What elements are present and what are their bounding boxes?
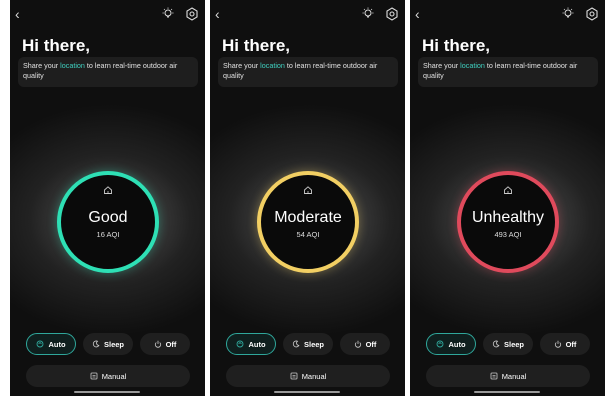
greeting-title: Hi there, [222, 36, 291, 55]
manual-label: Manual [101, 371, 127, 381]
air-quality-status: Moderate [274, 209, 342, 226]
chevron-left-icon[interactable]: ‹ [215, 7, 220, 21]
chevron-left-icon[interactable]: ‹ [15, 7, 20, 21]
mode-sleep-label: Sleep [303, 339, 324, 349]
mode-auto-label: Auto [448, 339, 466, 349]
aqi-value: 54 AQI [296, 230, 320, 239]
moon-icon [492, 340, 500, 348]
manual-icon [90, 372, 98, 380]
mode-auto-label: Auto [48, 339, 66, 349]
moon-icon [92, 340, 100, 348]
location-link[interactable]: location [260, 61, 285, 70]
location-link[interactable]: location [60, 61, 85, 70]
lightbulb-icon[interactable] [561, 7, 575, 21]
mode-auto-button[interactable]: Auto [226, 333, 276, 355]
auto-fan-icon [37, 340, 44, 348]
mode-sleep-label: Sleep [103, 339, 124, 349]
power-icon [554, 340, 561, 348]
air-quality-status: Unhealthy [471, 209, 545, 226]
greeting-title: Hi there, [422, 36, 491, 55]
mode-sleep-button[interactable]: Sleep [83, 333, 133, 355]
home-icon [504, 186, 512, 194]
air-quality-ring: Unhealthy 493 AQI [457, 171, 559, 273]
phone-screen-moderate: ‹ Hi there, Share your location to learn… [210, 0, 405, 396]
auto-fan-icon [437, 340, 444, 348]
lightbulb-icon[interactable] [361, 7, 375, 21]
mode-off-button[interactable]: Off [340, 333, 390, 355]
air-quality-ring: Moderate 54 AQI [257, 171, 359, 273]
power-icon [154, 340, 161, 348]
mode-off-label: Off [365, 339, 377, 349]
manual-button[interactable]: Manual [426, 365, 590, 387]
share-location-banner[interactable]: Share your location to learn real-time o… [418, 57, 598, 87]
power-icon [354, 340, 361, 348]
manual-button[interactable]: Manual [26, 365, 190, 387]
manual-button[interactable]: Manual [226, 365, 390, 387]
share-text-prefix: Share your [223, 61, 261, 70]
home-icon [304, 186, 312, 194]
share-location-banner[interactable]: Share your location to learn real-time o… [218, 57, 398, 87]
mode-auto-button[interactable]: Auto [426, 333, 476, 355]
lightbulb-icon[interactable] [161, 7, 175, 21]
aqi-value: 16 AQI [96, 230, 120, 239]
gear-icon[interactable] [585, 7, 599, 21]
mode-auto-button[interactable]: Auto [26, 333, 76, 355]
mode-sleep-button[interactable]: Sleep [483, 333, 533, 355]
manual-icon [490, 372, 498, 380]
air-quality-ring: Good 16 AQI [57, 171, 159, 273]
top-bar: ‹ [410, 6, 605, 24]
home-indicator [74, 391, 140, 393]
mode-off-label: Off [565, 339, 577, 349]
share-location-banner[interactable]: Share your location to learn real-time o… [18, 57, 198, 87]
mode-sleep-button[interactable]: Sleep [283, 333, 333, 355]
mode-selector: Auto Sleep Off [426, 333, 590, 355]
aqi-value: 493 AQI [494, 230, 522, 239]
manual-label: Manual [501, 371, 527, 381]
home-indicator [474, 391, 540, 393]
mode-sleep-label: Sleep [503, 339, 524, 349]
mode-off-button[interactable]: Off [540, 333, 590, 355]
mode-off-button[interactable]: Off [140, 333, 190, 355]
location-link[interactable]: location [460, 61, 485, 70]
phone-screen-unhealthy: ‹ Hi there, Share your location to learn… [410, 0, 605, 396]
auto-fan-icon [237, 340, 244, 348]
gear-icon[interactable] [185, 7, 199, 21]
moon-icon [292, 340, 300, 348]
air-quality-status: Good [88, 209, 128, 226]
manual-icon [290, 372, 298, 380]
share-text-prefix: Share your [423, 61, 461, 70]
home-indicator [274, 391, 340, 393]
home-icon [104, 186, 112, 194]
manual-label: Manual [301, 371, 327, 381]
mode-off-label: Off [165, 339, 177, 349]
gear-icon[interactable] [385, 7, 399, 21]
mode-auto-label: Auto [248, 339, 266, 349]
phone-screen-good: ‹ Hi there, Share your location to learn… [10, 0, 205, 396]
mode-selector: Auto Sleep Off [26, 333, 190, 355]
top-bar: ‹ [10, 6, 205, 24]
greeting-title: Hi there, [22, 36, 91, 55]
share-text-prefix: Share your [23, 61, 61, 70]
mode-selector: Auto Sleep Off [226, 333, 390, 355]
chevron-left-icon[interactable]: ‹ [415, 7, 420, 21]
top-bar: ‹ [210, 6, 405, 24]
